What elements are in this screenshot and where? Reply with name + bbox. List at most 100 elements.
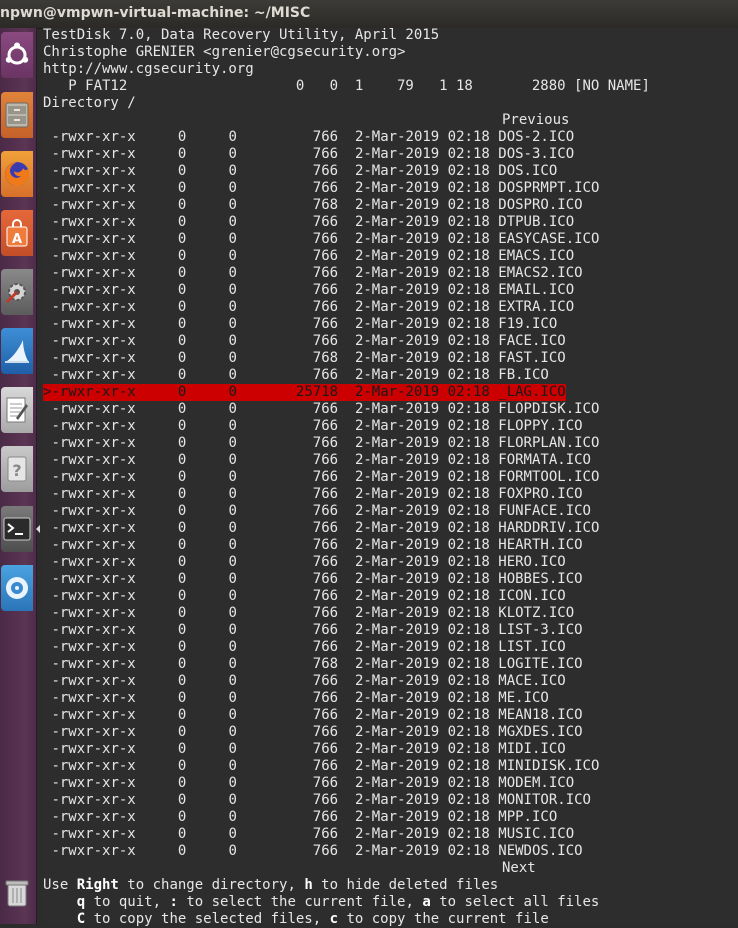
column-gap	[439, 707, 447, 723]
launcher-item-system-settings[interactable]	[0, 267, 34, 317]
file-row[interactable]: -rwxr-xr-x 0 0 766 2-Mar-2019 02:18 EASY…	[43, 231, 599, 248]
file-row[interactable]: -rwxr-xr-x 0 0 766 2-Mar-2019 02:18 MPP.…	[43, 809, 557, 826]
file-row[interactable]: -rwxr-xr-x 0 0 766 2-Mar-2019 02:18 ME.I…	[43, 690, 548, 707]
launcher-item-ubuntu-dash[interactable]	[0, 30, 34, 80]
column-gap	[136, 299, 178, 315]
launcher-item-help[interactable]: ?	[0, 444, 34, 494]
file-size: 766	[236, 486, 339, 502]
column-gap	[490, 282, 498, 298]
file-row[interactable]: -rwxr-xr-x 0 0 766 2-Mar-2019 02:18 FORM…	[43, 452, 591, 469]
file-row[interactable]: -rwxr-xr-x 0 0 766 2-Mar-2019 02:18 FUNF…	[43, 503, 591, 520]
file-row[interactable]: -rwxr-xr-x 0 0 766 2-Mar-2019 02:18 MEAN…	[43, 707, 582, 724]
column-gap	[490, 843, 498, 859]
column-gap	[490, 146, 498, 162]
column-gap	[186, 707, 228, 723]
file-row[interactable]: -rwxr-xr-x 0 0 766 2-Mar-2019 02:18 MODE…	[43, 775, 574, 792]
column-gap	[186, 554, 228, 570]
column-gap	[186, 724, 228, 740]
file-time: 02:18	[447, 724, 490, 740]
file-row[interactable]: -rwxr-xr-x 0 0 766 2-Mar-2019 02:18 MONI…	[43, 792, 591, 809]
file-row[interactable]: -rwxr-xr-x 0 0 766 2-Mar-2019 02:18 FORM…	[43, 469, 599, 486]
file-row[interactable]: -rwxr-xr-x 0 0 766 2-Mar-2019 02:18 MIDI…	[43, 741, 565, 758]
file-name: MUSIC.ICO	[498, 826, 575, 842]
file-row[interactable]: -rwxr-xr-x 0 0 766 2-Mar-2019 02:18 FLOP…	[43, 418, 582, 435]
file-time: 02:18	[447, 605, 490, 621]
file-row[interactable]: -rwxr-xr-x 0 0 766 2-Mar-2019 02:18 KLOT…	[43, 605, 574, 622]
file-gid: 0	[228, 231, 237, 247]
file-name: HEARTH.ICO	[498, 537, 583, 553]
file-row[interactable]: -rwxr-xr-x 0 0 766 2-Mar-2019 02:18 DOS.…	[43, 163, 557, 180]
column-gap	[439, 452, 447, 468]
file-row[interactable]: -rwxr-xr-x 0 0 768 2-Mar-2019 02:18 FAST…	[43, 350, 565, 367]
column-gap	[439, 554, 447, 570]
file-size: 766	[236, 843, 339, 859]
file-gid: 0	[228, 384, 237, 400]
file-row[interactable]: -rwxr-xr-x 0 0 766 2-Mar-2019 02:18 DOS-…	[43, 129, 574, 146]
file-row[interactable]: -rwxr-xr-x 0 0 766 2-Mar-2019 02:18 DOSP…	[43, 180, 599, 197]
file-gid: 0	[228, 775, 237, 791]
launcher-item-wireshark[interactable]	[0, 326, 34, 376]
file-name: EMACS.ICO	[498, 248, 575, 264]
file-date: 2-Mar-2019	[354, 469, 440, 485]
file-perm: -rwxr-xr-x	[51, 452, 136, 468]
column-gap	[338, 741, 355, 757]
launcher-item-trash[interactable]	[0, 868, 34, 918]
previous-page-label[interactable]: Previous	[502, 112, 569, 129]
launcher-item-terminal[interactable]	[0, 504, 34, 554]
file-row[interactable]: -rwxr-xr-x 0 0 766 2-Mar-2019 02:18 HARD…	[43, 520, 599, 537]
file-gid: 0	[228, 146, 237, 162]
column-gap	[490, 350, 498, 366]
file-row[interactable]: -rwxr-xr-x 0 0 766 2-Mar-2019 02:18 DOS-…	[43, 146, 574, 163]
column-gap	[490, 503, 498, 519]
file-row[interactable]: -rwxr-xr-x 0 0 768 2-Mar-2019 02:18 LOGI…	[43, 656, 582, 673]
file-time: 02:18	[447, 299, 490, 315]
file-row[interactable]: -rwxr-xr-x 0 0 766 2-Mar-2019 02:18 FB.I…	[43, 367, 548, 384]
column-gap	[490, 520, 498, 536]
file-time: 02:18	[447, 775, 490, 791]
file-row[interactable]: -rwxr-xr-x 0 0 766 2-Mar-2019 02:18 MACE…	[43, 673, 565, 690]
file-row[interactable]: -rwxr-xr-x 0 0 766 2-Mar-2019 02:18 HEAR…	[43, 537, 583, 554]
file-row[interactable]: -rwxr-xr-x 0 0 766 2-Mar-2019 02:18 MINI…	[43, 758, 599, 775]
file-row[interactable]: -rwxr-xr-x 0 0 766 2-Mar-2019 02:18 FLOR…	[43, 435, 599, 452]
file-row[interactable]: -rwxr-xr-x 0 0 766 2-Mar-2019 02:18 LIST…	[43, 622, 582, 639]
file-row[interactable]: -rwxr-xr-x 0 0 768 2-Mar-2019 02:18 DOSP…	[43, 197, 582, 214]
file-row[interactable]: -rwxr-xr-x 0 0 766 2-Mar-2019 02:18 FOXP…	[43, 486, 582, 503]
column-gap	[186, 775, 228, 791]
column-gap	[338, 129, 355, 145]
file-row[interactable]: -rwxr-xr-x 0 0 766 2-Mar-2019 02:18 HOBB…	[43, 571, 582, 588]
file-date: 2-Mar-2019	[354, 843, 440, 859]
file-row[interactable]: -rwxr-xr-x 0 0 766 2-Mar-2019 02:18 FACE…	[43, 333, 565, 350]
column-gap	[186, 588, 228, 604]
launcher-item-disk-utility[interactable]	[0, 563, 34, 613]
file-size: 766	[236, 231, 339, 247]
disk-icon	[1, 565, 33, 611]
column-gap	[439, 622, 447, 638]
column-gap	[338, 163, 355, 179]
column-gap	[439, 741, 447, 757]
file-row[interactable]: -rwxr-xr-x 0 0 766 2-Mar-2019 02:18 F19.…	[43, 316, 557, 333]
file-time: 02:18	[447, 520, 490, 536]
file-row[interactable]: -rwxr-xr-x 0 0 766 2-Mar-2019 02:18 HERO…	[43, 554, 565, 571]
file-row[interactable]: -rwxr-xr-x 0 0 766 2-Mar-2019 02:18 MUSI…	[43, 826, 574, 843]
column-gap	[186, 418, 228, 434]
file-row[interactable]: -rwxr-xr-x 0 0 766 2-Mar-2019 02:18 MGXD…	[43, 724, 582, 741]
window-titlebar[interactable]: npwn@vmpwn-virtual-machine: ~/MISC	[0, 0, 738, 29]
file-row[interactable]: -rwxr-xr-x 0 0 766 2-Mar-2019 02:18 DTPU…	[43, 214, 574, 231]
next-page-label[interactable]: Next	[502, 860, 536, 877]
file-row[interactable]: -rwxr-xr-x 0 0 766 2-Mar-2019 02:18 NEWD…	[43, 843, 582, 860]
help-key: c	[329, 911, 339, 927]
file-row[interactable]: -rwxr-xr-x 0 0 766 2-Mar-2019 02:18 LIST…	[43, 639, 565, 656]
file-row[interactable]: -rwxr-xr-x 0 0 766 2-Mar-2019 02:18 EMAC…	[43, 248, 574, 265]
file-size: 766	[236, 163, 339, 179]
file-row[interactable]: -rwxr-xr-x 0 0 766 2-Mar-2019 02:18 ICON…	[43, 588, 565, 605]
file-row[interactable]: -rwxr-xr-x 0 0 766 2-Mar-2019 02:18 EXTR…	[43, 299, 574, 316]
launcher-item-firefox[interactable]	[0, 149, 34, 199]
file-row[interactable]: -rwxr-xr-x 0 0 766 2-Mar-2019 02:18 FLOP…	[43, 401, 599, 418]
file-row[interactable]: -rwxr-xr-x 0 0 766 2-Mar-2019 02:18 EMAC…	[43, 265, 582, 282]
file-row[interactable]: -rwxr-xr-x 0 0 766 2-Mar-2019 02:18 EMAI…	[43, 282, 574, 299]
launcher-item-files[interactable]	[0, 90, 34, 140]
file-name: FLORPLAN.ICO	[498, 435, 600, 451]
launcher-item-text-editor[interactable]	[0, 385, 34, 435]
launcher-item-software-center[interactable]: A	[0, 208, 34, 258]
file-row-selected[interactable]: >-rwxr-xr-x 0 0 25718 2-Mar-2019 02:18 _…	[43, 384, 566, 401]
